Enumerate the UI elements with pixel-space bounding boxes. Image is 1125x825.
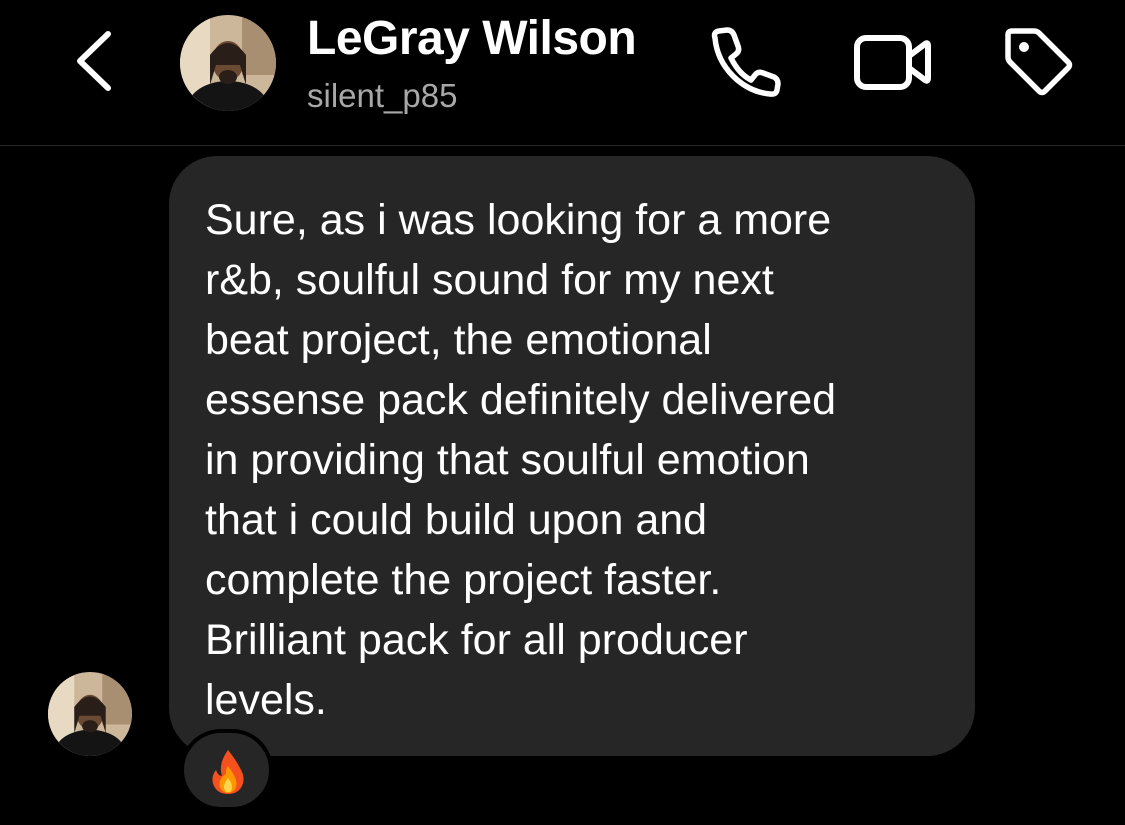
message-text-line: complete the project faster. (205, 556, 722, 604)
back-button[interactable] (66, 26, 126, 96)
message-text-line: levels. (205, 676, 327, 724)
contact-handle: silent_p85 (307, 77, 458, 114)
message-text-line: beat project, the emotional (205, 316, 712, 364)
message-text-line: essense pack definitely delivered (205, 376, 837, 424)
message-text-line: r&b, soulful sound for my next (205, 256, 774, 304)
message-bubble[interactable]: Sure, as i was looking for a more r&b, s… (169, 156, 975, 756)
chevron-left-icon (77, 31, 111, 91)
tag-button[interactable] (1000, 25, 1076, 99)
avatar-photo (48, 672, 132, 756)
tag-icon (1005, 28, 1073, 96)
avatar-photo (180, 15, 276, 111)
contact-avatar[interactable] (180, 15, 276, 111)
message-text-line: that i could build upon and (205, 496, 708, 544)
chat-header: LeGray Wilson silent_p85 (0, 0, 1125, 146)
video-call-button[interactable] (852, 28, 934, 96)
video-camera-icon (854, 35, 931, 90)
message-reaction[interactable] (180, 729, 273, 811)
message-text-line: in providing that soulful emotion (205, 436, 810, 484)
message-text-line: Sure, as i was looking for a more (205, 196, 832, 244)
message-text-line: Brilliant pack for all producer (205, 616, 748, 664)
audio-call-button[interactable] (705, 26, 783, 98)
contact-name[interactable]: LeGray Wilson (307, 11, 637, 66)
phone-icon (711, 27, 781, 97)
fire-emoji-icon (212, 750, 244, 794)
sender-avatar[interactable] (48, 672, 132, 756)
